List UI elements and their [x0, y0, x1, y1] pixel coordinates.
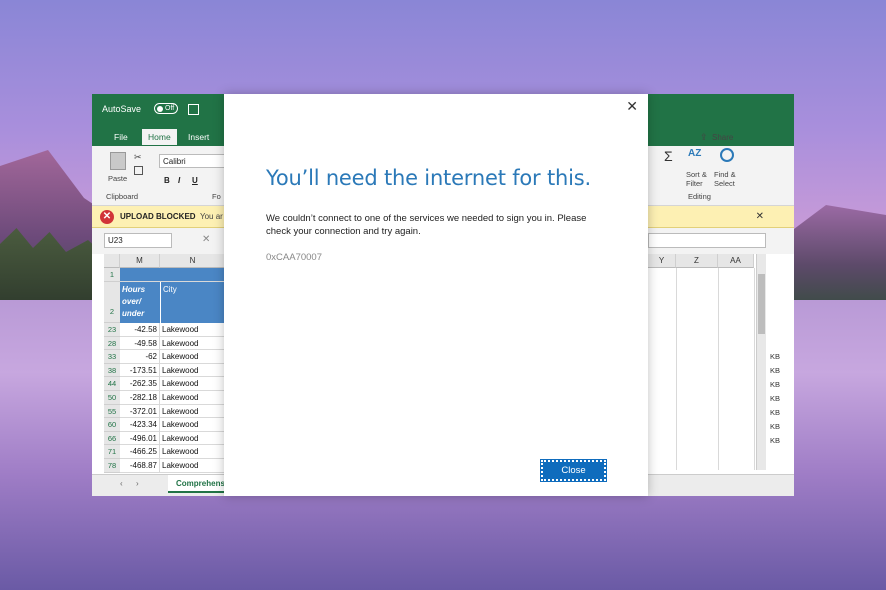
vertical-scrollbar[interactable]: [756, 254, 766, 470]
hours-cell[interactable]: -62: [120, 350, 160, 364]
city-cell[interactable]: Lakewood: [160, 363, 226, 378]
size-label: KB: [770, 422, 781, 431]
column-header-aa[interactable]: AA: [718, 254, 754, 268]
paste-label[interactable]: Paste: [108, 174, 127, 183]
city-cell[interactable]: Lakewood: [160, 431, 226, 446]
font-name-box[interactable]: Calibri: [159, 154, 229, 168]
column-header-n[interactable]: N: [160, 254, 226, 268]
hours-cell[interactable]: -468.87: [120, 459, 160, 473]
font-group-label: Fo: [212, 192, 221, 201]
city-cell[interactable]: Lakewood: [160, 445, 226, 459]
hours-cell[interactable]: -42.58: [120, 323, 160, 337]
close-icon[interactable]: ✕: [626, 98, 638, 115]
cancel-formula-icon[interactable]: ✕: [202, 234, 210, 245]
save-icon[interactable]: [188, 104, 199, 115]
paste-icon[interactable]: [110, 152, 126, 170]
size-label: KB: [770, 366, 781, 375]
tab-insert[interactable]: Insert: [182, 129, 215, 145]
size-label: KB: [770, 352, 781, 361]
dialog-title: You’ll need the internet for this.: [266, 166, 591, 190]
city-cell[interactable]: Lakewood: [160, 459, 226, 473]
column-header-z[interactable]: Z: [676, 254, 718, 268]
gridline: [754, 268, 755, 470]
city-cell[interactable]: Lakewood: [160, 350, 226, 364]
find-select-icon[interactable]: [720, 148, 734, 162]
tab-home[interactable]: Home: [142, 129, 177, 145]
row-header[interactable]: 71: [104, 445, 120, 459]
autosum-icon[interactable]: Σ: [664, 148, 673, 164]
city-cell[interactable]: Lakewood: [160, 404, 226, 419]
close-icon[interactable]: ✕: [756, 211, 764, 222]
editing-group-label: Editing: [688, 192, 711, 201]
column-header-m[interactable]: M: [120, 254, 160, 268]
gridline: [718, 268, 719, 470]
row-header[interactable]: 23: [104, 323, 120, 337]
row-header[interactable]: 28: [104, 336, 120, 351]
sort-filter-label[interactable]: Sort & Filter: [686, 170, 716, 188]
city-cell[interactable]: Lakewood: [160, 323, 226, 337]
banner-row: [120, 268, 226, 282]
row-header[interactable]: 60: [104, 418, 120, 432]
header-hours-over-under[interactable]: Hours over/ under: [120, 282, 160, 323]
hours-cell[interactable]: -423.34: [120, 418, 160, 432]
error-code: 0xCAA70007: [266, 252, 322, 263]
italic-button[interactable]: I: [178, 176, 180, 185]
sheet-next-icon[interactable]: ›: [136, 479, 139, 488]
row-header[interactable]: 44: [104, 377, 120, 391]
column-header-y[interactable]: Y: [648, 254, 676, 268]
size-label: KB: [770, 394, 781, 403]
clipboard-group-label: Clipboard: [106, 192, 139, 201]
upload-blocked-title: UPLOAD BLOCKED: [120, 212, 196, 221]
sheet-prev-icon[interactable]: ‹: [120, 479, 123, 488]
row-header[interactable]: 33: [104, 350, 120, 364]
gridline: [676, 268, 677, 470]
bold-button[interactable]: B: [164, 176, 170, 185]
close-button[interactable]: Close: [540, 459, 607, 482]
error-icon: ✕: [100, 210, 114, 224]
copy-icon[interactable]: [134, 166, 143, 175]
share-button[interactable]: Share: [712, 133, 733, 142]
row-header[interactable]: 38: [104, 363, 120, 378]
hours-cell[interactable]: -173.51: [120, 363, 160, 378]
hours-cell[interactable]: -372.01: [120, 404, 160, 419]
size-label: KB: [770, 380, 781, 389]
row-header[interactable]: 1: [104, 268, 120, 282]
tab-file[interactable]: File: [108, 129, 134, 145]
cut-icon[interactable]: ✂: [134, 152, 142, 163]
upload-blocked-text: You ar: [200, 212, 223, 221]
row-header[interactable]: 50: [104, 391, 120, 405]
city-cell[interactable]: Lakewood: [160, 377, 226, 391]
ribbon-right-tools: ⇪ Share Σ AZ Sort & Filter Find & Select…: [648, 132, 794, 206]
autosave-label: AutoSave: [102, 104, 142, 114]
header-city[interactable]: City: [160, 282, 226, 323]
find-select-label[interactable]: Find & Select: [714, 170, 744, 188]
underline-button[interactable]: U: [192, 176, 198, 185]
hours-cell[interactable]: -466.25: [120, 445, 160, 459]
row-header[interactable]: 78: [104, 459, 120, 473]
row-header[interactable]: 2: [104, 282, 120, 323]
hours-cell[interactable]: -282.18: [120, 391, 160, 405]
sort-filter-icon[interactable]: AZ: [688, 148, 701, 159]
select-all-corner[interactable]: [104, 254, 120, 268]
dialog-message: We couldn’t connect to one of the servic…: [266, 213, 587, 237]
city-cell[interactable]: Lakewood: [160, 336, 226, 351]
city-cell[interactable]: Lakewood: [160, 418, 226, 432]
share-icon[interactable]: ⇪: [700, 132, 708, 143]
formula-input[interactable]: [648, 233, 766, 248]
row-header[interactable]: 55: [104, 404, 120, 419]
hours-cell[interactable]: -262.35: [120, 377, 160, 391]
size-label: KB: [770, 436, 781, 445]
name-box[interactable]: U23: [104, 233, 172, 248]
hours-cell[interactable]: -49.58: [120, 336, 160, 351]
city-cell[interactable]: Lakewood: [160, 391, 226, 405]
row-header[interactable]: 66: [104, 431, 120, 446]
autosave-toggle[interactable]: Off: [154, 103, 178, 114]
scrollbar-thumb[interactable]: [758, 274, 765, 334]
size-label: KB: [770, 408, 781, 417]
hours-cell[interactable]: -496.01: [120, 431, 160, 446]
sign-in-error-dialog: ✕ You’ll need the internet for this. We …: [224, 94, 648, 496]
